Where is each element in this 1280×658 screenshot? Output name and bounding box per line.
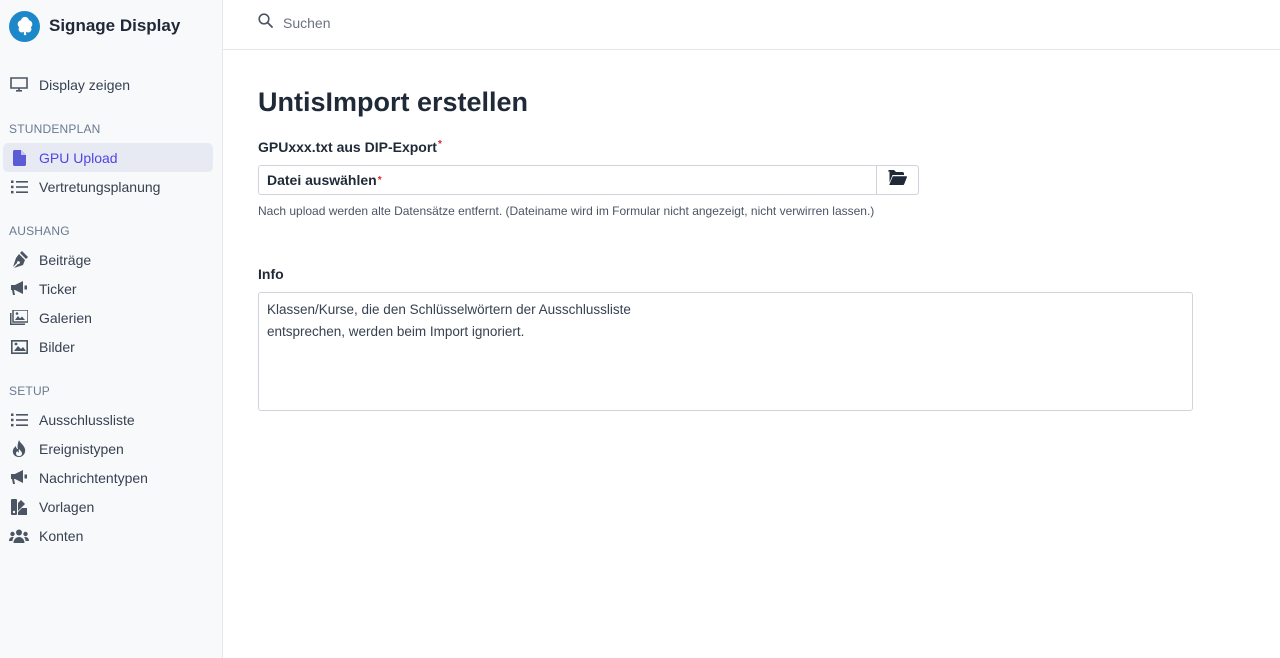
file-field-label: GPUxxx.txt aus DIP-Export* bbox=[258, 139, 442, 155]
nav-label: Vertretungsplanung bbox=[39, 178, 161, 195]
nav-ereignistypen[interactable]: Ereignistypen bbox=[3, 434, 213, 463]
fire-icon bbox=[9, 440, 29, 457]
top-bar: Suchen bbox=[223, 0, 1280, 50]
images-icon bbox=[9, 310, 29, 326]
file-placeholder: Datei auswählen bbox=[267, 172, 377, 188]
nav-ticker[interactable]: Ticker bbox=[3, 274, 213, 303]
brand[interactable]: Signage Display bbox=[9, 10, 180, 42]
nav-label: Ereignistypen bbox=[39, 440, 124, 457]
monitor-icon bbox=[9, 76, 29, 93]
sidebar: Signage Display Display zeigen STUNDENPL… bbox=[0, 0, 223, 658]
nav-vorlagen[interactable]: Vorlagen bbox=[3, 492, 213, 521]
folder-open-icon bbox=[888, 170, 907, 190]
required-mark: * bbox=[377, 174, 382, 186]
nav-ausschlussliste[interactable]: Ausschlussliste bbox=[3, 405, 213, 434]
nav-label: Display zeigen bbox=[39, 76, 131, 93]
info-line: Klassen/Kurse, die den Schlüsselwörtern … bbox=[267, 302, 631, 317]
megaphone-icon bbox=[9, 470, 29, 486]
page-title: UntisImport erstellen bbox=[258, 87, 529, 117]
search-placeholder: Suchen bbox=[283, 15, 331, 31]
search-icon bbox=[258, 13, 273, 33]
file-help-text: Nach upload werden alte Datensätze entfe… bbox=[258, 204, 875, 218]
nav-label: Beiträge bbox=[39, 251, 92, 268]
nav-label: GPU Upload bbox=[39, 149, 118, 166]
info-textarea[interactable]: Klassen/Kurse, die den Schlüsselwörtern … bbox=[258, 292, 1193, 411]
nav-vertretungsplanung[interactable]: Vertretungsplanung bbox=[3, 172, 213, 201]
pen-nib-icon bbox=[9, 251, 29, 268]
image-icon bbox=[9, 339, 29, 355]
file-select-input[interactable]: Datei auswählen * bbox=[258, 165, 876, 195]
section-aushang: AUSHANG bbox=[9, 224, 70, 238]
nav-konten[interactable]: Konten bbox=[3, 521, 213, 550]
info-label: Info bbox=[258, 266, 284, 282]
nav-label: Ticker bbox=[39, 280, 77, 297]
nav-label: Vorlagen bbox=[39, 498, 95, 515]
file-icon bbox=[9, 149, 29, 166]
section-setup: SETUP bbox=[9, 384, 51, 398]
nav-display-zeigen[interactable]: Display zeigen bbox=[3, 70, 213, 99]
nav-bilder[interactable]: Bilder bbox=[3, 332, 213, 361]
tree-icon bbox=[9, 10, 40, 42]
nav-beitraege[interactable]: Beiträge bbox=[3, 245, 213, 274]
list-icon bbox=[9, 179, 29, 195]
nav-gpu-upload[interactable]: GPU Upload bbox=[3, 143, 213, 172]
app-title: Signage Display bbox=[49, 16, 181, 35]
nav-label: Konten bbox=[39, 527, 84, 544]
swatchbook-icon bbox=[9, 498, 29, 515]
search-input[interactable]: Suchen bbox=[258, 13, 330, 33]
section-stundenplan: STUNDENPLAN bbox=[9, 122, 101, 136]
users-icon bbox=[9, 528, 29, 544]
megaphone-icon bbox=[9, 281, 29, 297]
info-line: entsprechen, werden beim Import ignorier… bbox=[267, 324, 525, 339]
nav-label: Galerien bbox=[39, 309, 92, 326]
required-mark: * bbox=[437, 139, 442, 150]
nav-label: Bilder bbox=[39, 338, 75, 355]
nav-galerien[interactable]: Galerien bbox=[3, 303, 213, 332]
nav-label: Ausschlussliste bbox=[39, 411, 135, 428]
nav-nachrichtentypen[interactable]: Nachrichtentypen bbox=[3, 463, 213, 492]
nav-label: Nachrichtentypen bbox=[39, 469, 148, 486]
list-icon bbox=[9, 412, 29, 428]
browse-file-button[interactable] bbox=[876, 165, 919, 195]
file-field-label-text: GPUxxx.txt aus DIP-Export bbox=[258, 139, 437, 155]
